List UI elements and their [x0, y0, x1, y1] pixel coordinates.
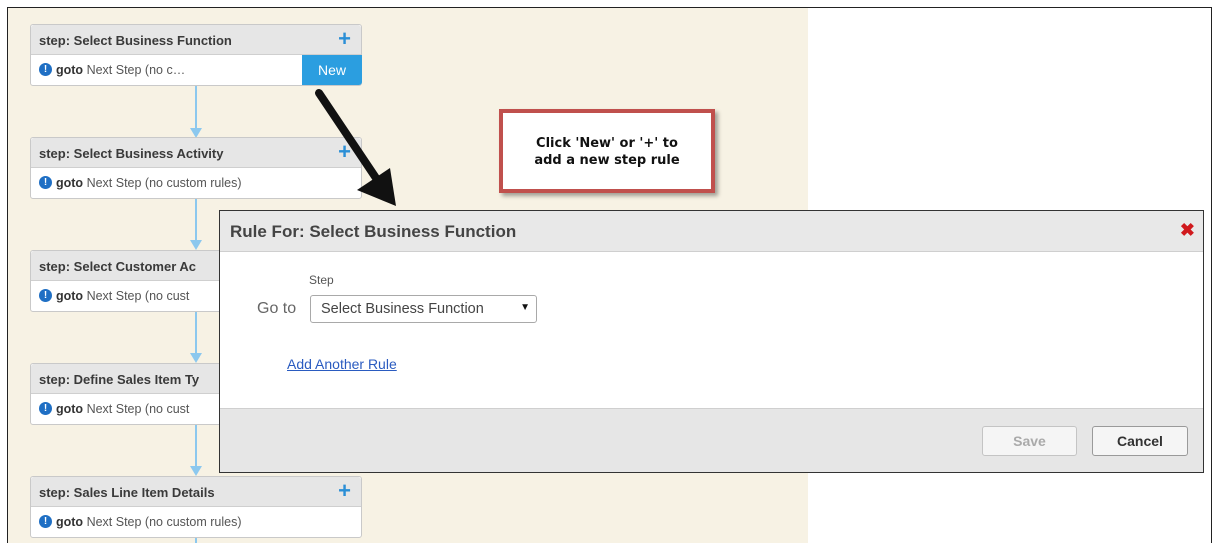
connector-arrow: [190, 466, 202, 476]
goto-keyword: goto: [56, 289, 84, 303]
connector-arrow: [190, 240, 202, 250]
goto-keyword: goto: [56, 515, 84, 529]
info-icon: !: [39, 289, 52, 302]
dialog-title: Rule For: Select Business Function: [230, 222, 517, 241]
info-icon: !: [39, 402, 52, 415]
callout-text: Click 'New' or '+' to add a new step rul…: [534, 136, 680, 168]
goto-keyword: goto: [56, 402, 84, 416]
save-button[interactable]: Save: [982, 426, 1077, 456]
chevron-down-icon: ▼: [520, 302, 530, 313]
connector-line: [195, 311, 197, 359]
goto-label: Go to: [257, 300, 297, 317]
instruction-callout: Click 'New' or '+' to add a new step rul…: [499, 109, 715, 193]
add-rule-plus-icon[interactable]: +: [338, 479, 351, 503]
connector-arrow: [190, 353, 202, 363]
step-field-label: Step: [309, 273, 334, 287]
step-header: step: Sales Line Item Details +: [31, 477, 361, 507]
pointer-arrow-icon: [315, 89, 396, 206]
screenshot-frame: step: Select Business Function + ! goto …: [7, 7, 1212, 543]
info-icon: !: [39, 515, 52, 528]
step-title: step: Define Sales Item Ty: [39, 372, 200, 387]
step-rule: ! goto Next Step (no custom rules): [31, 507, 361, 537]
step-title: step: Select Customer Ac: [39, 259, 197, 274]
dialog-header: Rule For: Select Business Function ✖: [220, 211, 1203, 252]
dialog-footer: Save Cancel: [220, 408, 1203, 472]
close-icon[interactable]: ✖: [1180, 220, 1195, 241]
rule-description: Next Step (no cust: [86, 402, 190, 416]
rule-text: goto Next Step (no custom rules): [56, 515, 241, 529]
rule-dialog: Rule For: Select Business Function ✖ Ste…: [219, 210, 1204, 473]
cancel-button[interactable]: Cancel: [1092, 426, 1188, 456]
rule-text: goto Next Step (no cust: [56, 402, 189, 416]
add-another-rule-link[interactable]: Add Another Rule: [287, 356, 397, 372]
rule-description: Next Step (no custom rules): [86, 515, 242, 529]
connector-line: [195, 424, 197, 472]
rule-description: Next Step (no cust: [86, 289, 190, 303]
step-title: step: Sales Line Item Details: [39, 485, 215, 500]
step-select[interactable]: Select Business Function ▼: [310, 295, 537, 323]
select-value: Select Business Function: [321, 301, 484, 317]
step-card[interactable]: step: Sales Line Item Details + ! goto N…: [30, 476, 362, 538]
rule-text: goto Next Step (no cust: [56, 289, 189, 303]
